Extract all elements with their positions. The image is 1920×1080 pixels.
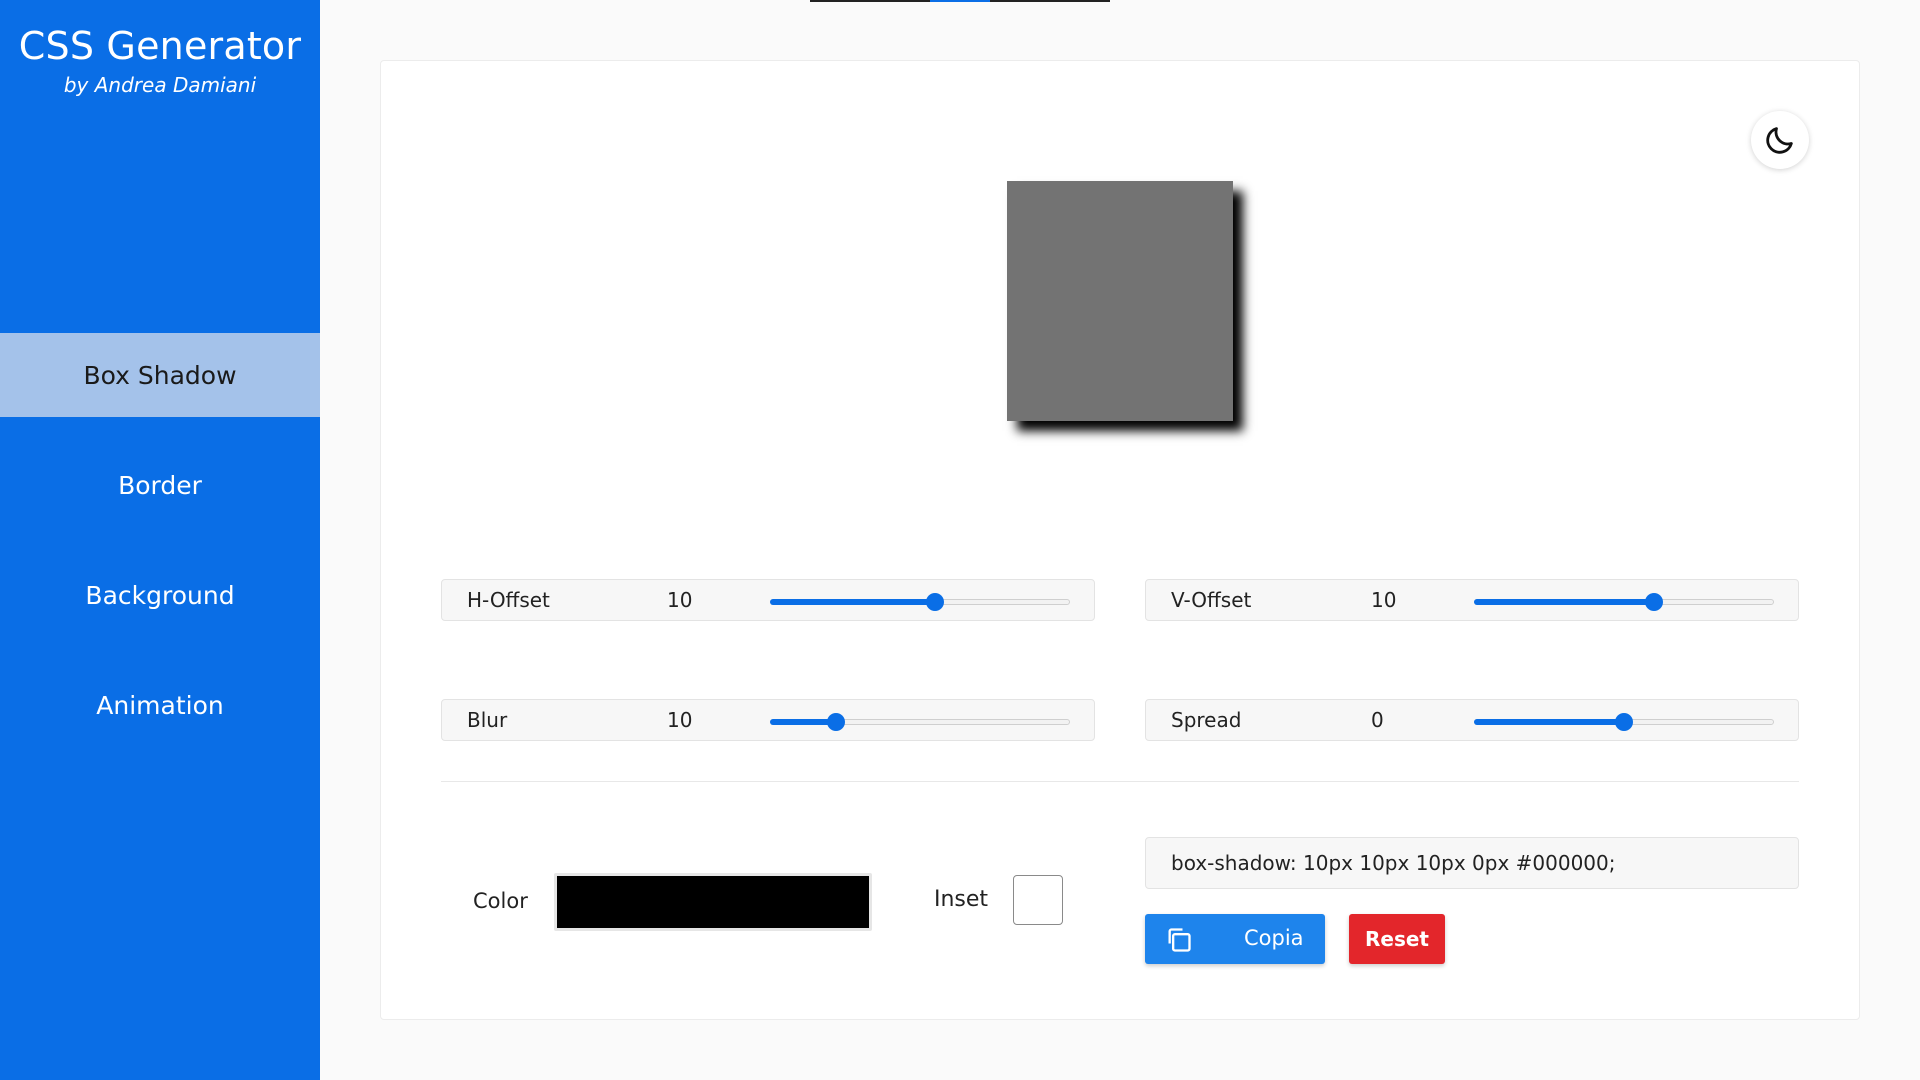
v-offset-slider[interactable]	[1474, 593, 1774, 611]
slider-fill	[1474, 599, 1654, 605]
moon-icon	[1766, 127, 1793, 154]
blur-slider[interactable]	[770, 713, 1070, 731]
shadow-preview-box	[1007, 181, 1233, 421]
sidebar-item-animation[interactable]: Animation	[0, 663, 320, 747]
spread-value: 0	[1371, 708, 1384, 732]
brand-subtitle: by Andrea Damiani	[63, 73, 257, 97]
sidebar-item-border[interactable]: Border	[0, 443, 320, 527]
h-offset-label: H-Offset	[467, 588, 550, 612]
sidebar-item-box-shadow[interactable]: Box Shadow	[0, 333, 320, 417]
slider-thumb[interactable]	[1645, 593, 1663, 611]
slider-fill	[1474, 719, 1624, 725]
blur-label: Blur	[467, 708, 508, 732]
sidebar-nav: Box Shadow Border Background Animation	[0, 333, 320, 773]
h-offset-value: 10	[667, 588, 693, 612]
sidebar: CSS Generator by Andrea Damiani Box Shad…	[0, 0, 320, 1080]
top-indicator	[810, 0, 1110, 2]
color-label: Color	[473, 889, 528, 913]
blur-value: 10	[667, 708, 693, 732]
brand: CSS Generator by Andrea Damiani	[0, 22, 320, 98]
color-picker[interactable]	[554, 873, 872, 931]
inset-checkbox[interactable]	[1013, 875, 1063, 925]
slider-thumb[interactable]	[1615, 713, 1633, 731]
copy-button-label: Copia	[1244, 926, 1304, 950]
spread-slider[interactable]	[1474, 713, 1774, 731]
css-output[interactable]: box-shadow: 10px 10px 10px 0px #000000;	[1145, 837, 1799, 889]
sidebar-item-background[interactable]: Background	[0, 553, 320, 637]
v-offset-value: 10	[1371, 588, 1397, 612]
color-swatch-fill	[557, 876, 869, 928]
slider-thumb[interactable]	[926, 593, 944, 611]
top-indicator-active-segment	[930, 0, 990, 2]
generator-card: H-Offset 10 V-Offset 10 Blur 10 Spread 0	[380, 60, 1860, 1020]
v-offset-label: V-Offset	[1171, 588, 1252, 612]
spread-control: Spread 0	[1145, 699, 1799, 741]
reset-button[interactable]: Reset	[1349, 914, 1445, 964]
copy-icon	[1168, 928, 1191, 952]
h-offset-control: H-Offset 10	[441, 579, 1095, 621]
brand-title: CSS Generator	[18, 24, 302, 68]
theme-toggle-button[interactable]	[1751, 111, 1809, 169]
blur-control: Blur 10	[441, 699, 1095, 741]
v-offset-control: V-Offset 10	[1145, 579, 1799, 621]
slider-thumb[interactable]	[827, 713, 845, 731]
slider-fill	[770, 599, 935, 605]
h-offset-slider[interactable]	[770, 593, 1070, 611]
divider	[441, 781, 1799, 782]
spread-label: Spread	[1171, 708, 1242, 732]
inset-label: Inset	[934, 887, 989, 912]
copy-button[interactable]: Copia	[1145, 914, 1325, 964]
